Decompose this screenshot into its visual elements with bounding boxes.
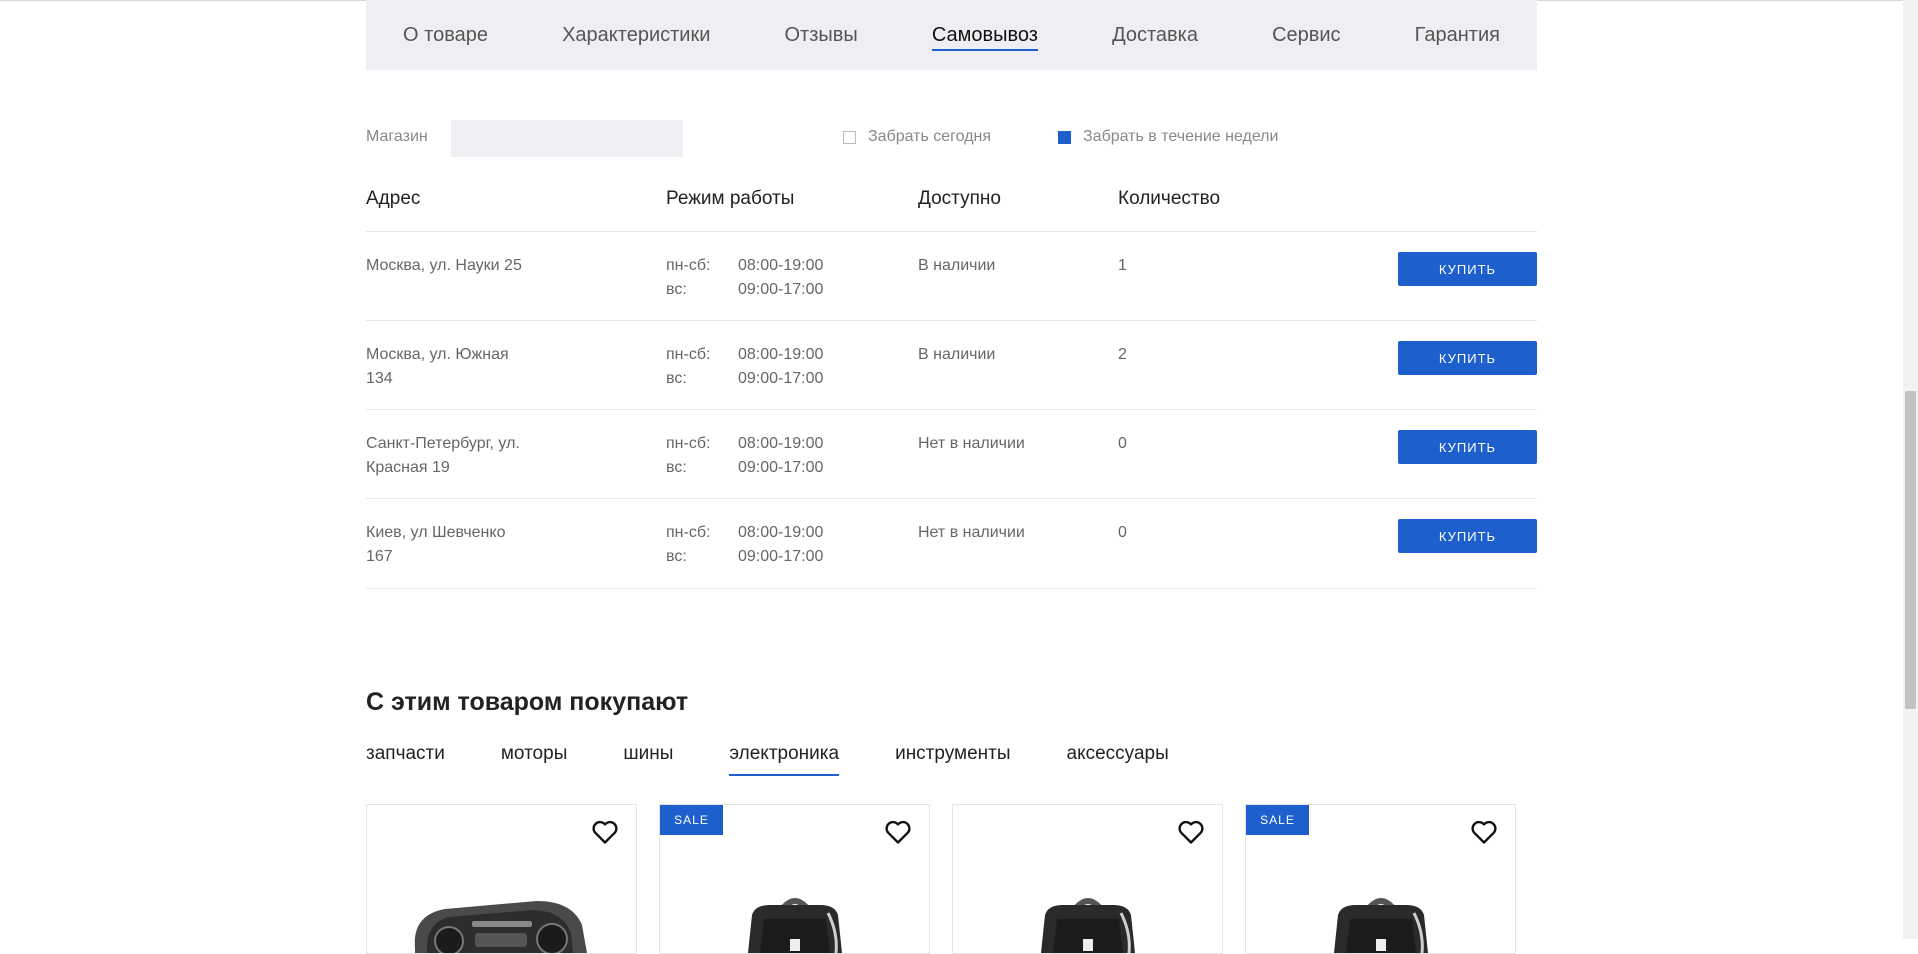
scrollbar[interactable] xyxy=(1903,0,1918,939)
row-times: 08:00-19:00 09:00-17:00 xyxy=(738,257,824,298)
related-categories: запчасти моторы шины электроника инструм… xyxy=(366,743,1169,776)
row-quantity: 0 xyxy=(1118,435,1127,452)
tab-about[interactable]: О товаре xyxy=(403,18,488,53)
header-availability: Доступно xyxy=(918,188,1001,209)
header-address: Адрес xyxy=(366,188,421,209)
row-availability: Нет в наличии xyxy=(918,524,1025,541)
buy-button[interactable]: КУПИТЬ xyxy=(1398,341,1537,375)
pickup-today-checkbox[interactable]: Забрать сегодня xyxy=(843,128,991,146)
buy-button[interactable]: КУПИТЬ xyxy=(1398,252,1537,286)
store-filter-label: Магазин xyxy=(366,128,428,145)
product-card[interactable]: SALE xyxy=(659,804,930,954)
buy-button[interactable]: КУПИТЬ xyxy=(1398,430,1537,464)
buy-button[interactable]: КУПИТЬ xyxy=(1398,519,1537,553)
sale-badge: SALE xyxy=(1246,805,1309,835)
heart-icon[interactable] xyxy=(1177,819,1205,845)
category-electronics[interactable]: электроника xyxy=(729,743,839,776)
product-card[interactable]: SALE xyxy=(1245,804,1516,954)
category-tires[interactable]: шины xyxy=(623,743,673,776)
speaker-device-image xyxy=(414,901,587,953)
heart-icon[interactable] xyxy=(591,819,619,845)
row-address: Киев, ул Шевченко 167 xyxy=(366,524,506,565)
tab-reviews[interactable]: Отзывы xyxy=(784,18,857,53)
header-quantity: Количество xyxy=(1118,188,1221,209)
row-availability: В наличии xyxy=(918,257,996,274)
category-tools[interactable]: инструменты xyxy=(895,743,1010,776)
tab-specs[interactable]: Характеристики xyxy=(562,18,710,53)
row-availability: В наличии xyxy=(918,346,996,363)
table-row: Санкт-Петербург, ул. Красная 19 пн-сб: вс… xyxy=(366,409,1537,499)
row-days: пн-сб: вс: xyxy=(666,346,711,387)
table-row: Киев, ул Шевченко 167 пн-сб: вс: 08:00-19… xyxy=(366,498,1537,589)
tab-delivery[interactable]: Доставка xyxy=(1112,18,1198,53)
product-card[interactable] xyxy=(952,804,1223,954)
backpack-image xyxy=(1041,898,1135,953)
store-input[interactable] xyxy=(451,120,683,157)
category-accessories[interactable]: аксессуары xyxy=(1067,743,1169,776)
category-parts[interactable]: запчасти xyxy=(366,743,445,776)
tab-warranty[interactable]: Гарантия xyxy=(1415,18,1500,53)
pickup-week-checkbox[interactable]: Забрать в течение недели xyxy=(1058,128,1278,146)
product-tabs: О товаре Характеристики Отзывы Самовывоз… xyxy=(366,0,1537,70)
row-times: 08:00-19:00 09:00-17:00 xyxy=(738,524,824,565)
tab-pickup[interactable]: Самовывоз xyxy=(931,18,1039,53)
checkbox-box-checked[interactable] xyxy=(1058,130,1071,144)
product-card[interactable] xyxy=(366,804,637,954)
row-times: 08:00-19:00 09:00-17:00 xyxy=(738,435,824,476)
related-title: С этим товаром покупают xyxy=(366,688,689,716)
table-row: Москва, ул. Южная 134 пн-сб: вс: 08:00-19… xyxy=(366,320,1537,410)
pickup-week-label: Забрать в течение недели xyxy=(1083,128,1279,145)
row-quantity: 0 xyxy=(1118,524,1127,541)
row-days: пн-сб: вс: xyxy=(666,524,711,565)
table-row: Москва, ул. Науки 25 пн-сб: вс: 08:00-19:… xyxy=(366,231,1537,321)
row-quantity: 1 xyxy=(1118,257,1127,274)
header-hours: Режим работы xyxy=(666,188,795,209)
row-availability: Нет в наличии xyxy=(918,435,1025,452)
row-address: Москва, ул. Науки 25 xyxy=(366,257,522,274)
backpack-image xyxy=(1334,898,1428,953)
sale-badge: SALE xyxy=(660,805,723,835)
scrollbar-thumb[interactable] xyxy=(1905,391,1916,709)
row-times: 08:00-19:00 09:00-17:00 xyxy=(738,346,824,387)
row-days: пн-сб: вс: xyxy=(666,435,711,476)
row-address: Москва, ул. Южная 134 xyxy=(366,346,509,387)
row-quantity: 2 xyxy=(1118,346,1127,363)
row-address: Санкт-Петербург, ул. Красная 19 xyxy=(366,435,520,476)
tab-service[interactable]: Сервис xyxy=(1272,18,1341,53)
backpack-image xyxy=(748,898,842,953)
heart-icon[interactable] xyxy=(1470,819,1498,845)
row-days: пн-сб: вс: xyxy=(666,257,711,298)
category-motors[interactable]: моторы xyxy=(501,743,568,776)
pickup-today-label: Забрать сегодня xyxy=(868,128,992,145)
heart-icon[interactable] xyxy=(884,819,912,845)
checkbox-box[interactable] xyxy=(843,130,856,144)
